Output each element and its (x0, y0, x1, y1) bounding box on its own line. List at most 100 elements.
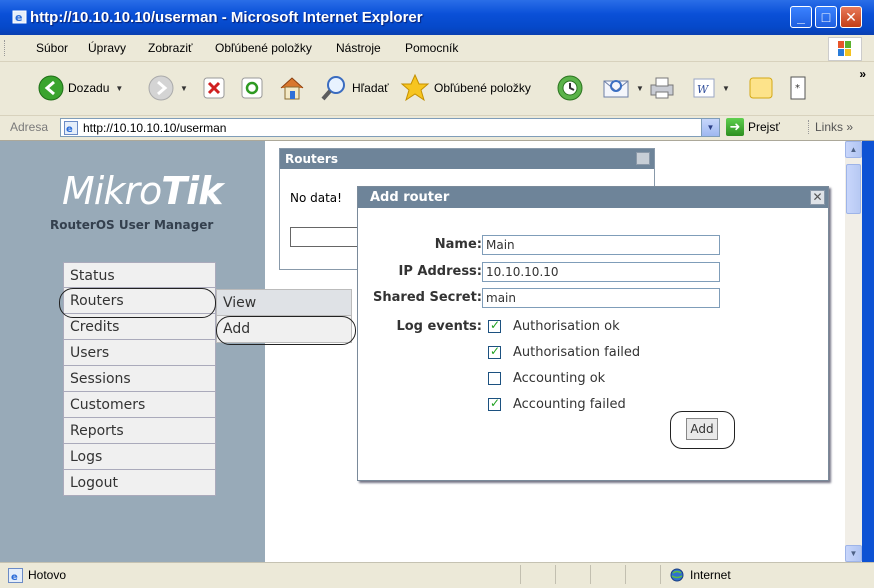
address-input[interactable]: e http://10.10.10.10/userman ▼ (60, 118, 720, 137)
close-icon: ✕ (845, 9, 857, 25)
menu-tools[interactable]: Nástroje (336, 41, 381, 55)
print-button[interactable] (648, 71, 676, 105)
minimize-panel-icon[interactable] (636, 152, 650, 165)
toolbar: Dozadu ▼ ▼ Hľadať Obľúbené položky ▼ W ▼… (0, 62, 874, 116)
search-label: Hľadať (352, 81, 389, 95)
sidebar-item-sessions[interactable]: Sessions (63, 366, 216, 392)
mail-button[interactable]: ▼ (602, 71, 644, 105)
close-button[interactable]: ✕ (840, 6, 862, 28)
checkbox-box[interactable] (488, 344, 501, 359)
svg-text:e: e (66, 124, 73, 135)
dialog-title: Add router (370, 190, 450, 205)
routers-submenu: View Add (216, 289, 352, 343)
ip-row: IP Address: (358, 262, 830, 282)
add-router-dialog: Add router ✕ Name: IP Address: Shared Se… (357, 186, 829, 481)
address-label: Adresa (10, 120, 49, 134)
home-icon (280, 77, 304, 100)
note-icon (749, 77, 773, 99)
checkbox-authorisation-failed[interactable]: Authorisation failed (488, 343, 640, 361)
sidebar-item-users[interactable]: Users (63, 340, 216, 366)
mikrotik-logo: MikroTik (62, 169, 223, 213)
back-arrow-icon (38, 75, 64, 101)
back-dropdown-icon[interactable]: ▼ (115, 84, 123, 93)
go-button[interactable]: ➜ Prejsť (726, 118, 780, 136)
vertical-scrollbar[interactable]: ▲ ▼ (845, 141, 862, 562)
dialog-close-icon[interactable]: ✕ (810, 190, 825, 205)
shared-secret-field[interactable] (482, 288, 720, 308)
window-title: http://10.10.10.10/userman - Microsoft I… (30, 9, 423, 26)
maximize-button[interactable]: □ (815, 6, 837, 28)
checkbox-label: Authorisation ok (513, 318, 620, 334)
menu-edit[interactable]: Úpravy (88, 41, 126, 55)
sidebar-item-credits[interactable]: Credits (63, 314, 216, 340)
status-bar: e Hotovo Internet (0, 562, 874, 588)
mail-dropdown-icon[interactable]: ▼ (636, 84, 644, 93)
discuss-button[interactable] (748, 71, 774, 105)
scroll-up-icon[interactable]: ▲ (845, 141, 862, 158)
sidebar-item-status[interactable]: Status (63, 262, 216, 288)
forward-button[interactable]: ▼ (148, 71, 188, 105)
history-icon (557, 75, 583, 101)
menu-bar: Súbor Úpravy Zobraziť Obľúbené položky N… (0, 35, 874, 62)
dialog-header: Add router ✕ (358, 187, 828, 208)
links-label: Links (815, 120, 844, 134)
checkbox-accounting-failed[interactable]: Accounting failed (488, 395, 626, 413)
checkbox-box[interactable] (488, 396, 501, 411)
favorites-label: Obľúbené položky (434, 81, 531, 95)
favorites-button[interactable]: Obľúbené položky (400, 71, 531, 105)
edit-dropdown-icon[interactable]: ▼ (722, 84, 730, 93)
secret-row: Shared Secret: (358, 288, 830, 308)
toolbar-overflow-icon[interactable]: » (859, 67, 866, 81)
back-label: Dozadu (68, 81, 110, 95)
status-divider (520, 565, 521, 584)
sidebar-item-reports[interactable]: Reports (63, 418, 216, 444)
checkbox-box[interactable] (488, 371, 501, 385)
ip-address-field[interactable] (482, 262, 720, 282)
refresh-button[interactable] (241, 71, 263, 105)
favorites-star-icon (400, 73, 430, 102)
address-url: http://10.10.10.10/userman (83, 121, 227, 135)
menu-view[interactable]: Zobraziť (148, 41, 193, 55)
menu-help[interactable]: Pomocník (405, 41, 458, 55)
sidebar-item-routers[interactable]: Routers (63, 288, 216, 314)
left-panel: MikroTik RouterOS User Manager Status Ro… (0, 141, 265, 562)
word-icon: W (693, 78, 715, 98)
stop-button[interactable] (203, 71, 225, 105)
sidebar-item-customers[interactable]: Customers (63, 392, 216, 418)
links-button[interactable]: Links » (808, 120, 853, 134)
log-events-label: Log events: (396, 319, 482, 334)
search-button[interactable]: Hľadať (320, 71, 389, 105)
page-content: MikroTik RouterOS User Manager Status Ro… (0, 141, 845, 562)
sidebar-item-logs[interactable]: Logs (63, 444, 216, 470)
security-zone: Internet (670, 568, 731, 582)
messenger-icon: * (790, 76, 806, 100)
checkbox-accounting-ok[interactable]: Accounting ok (488, 369, 605, 387)
stop-icon (203, 77, 225, 99)
secret-label: Shared Secret: (373, 290, 482, 305)
history-button[interactable] (556, 71, 584, 105)
internet-globe-icon (670, 568, 684, 582)
menu-file[interactable]: Súbor (36, 41, 68, 55)
routers-panel-header: Routers (280, 149, 654, 169)
checkbox-authorisation-ok[interactable]: Authorisation ok (488, 317, 620, 335)
scroll-down-icon[interactable]: ▼ (845, 545, 862, 562)
checkbox-box[interactable] (488, 318, 501, 333)
edit-button[interactable]: W ▼ (692, 71, 730, 105)
ie-logo-icon: e (12, 10, 27, 24)
sidebar-item-logout[interactable]: Logout (63, 470, 216, 496)
search-icon (321, 76, 345, 101)
forward-dropdown-icon[interactable]: ▼ (180, 84, 188, 93)
submenu-item-view[interactable]: View (216, 289, 352, 316)
add-router-button[interactable]: Add (686, 418, 718, 440)
submenu-item-add[interactable]: Add (216, 316, 352, 343)
name-field[interactable] (482, 235, 720, 255)
minimize-button[interactable]: _ (790, 6, 812, 28)
back-button[interactable]: Dozadu ▼ (38, 71, 123, 105)
scroll-thumb[interactable] (846, 164, 861, 214)
menu-favorites[interactable]: Obľúbené položky (215, 41, 312, 55)
sidebar-menu: Status Routers Credits Users Sessions Cu… (63, 262, 216, 496)
logo-subtitle: RouterOS User Manager (50, 218, 214, 232)
messenger-button[interactable]: * (788, 71, 808, 105)
home-button[interactable] (278, 71, 306, 105)
address-dropdown-icon[interactable]: ▼ (701, 119, 719, 136)
